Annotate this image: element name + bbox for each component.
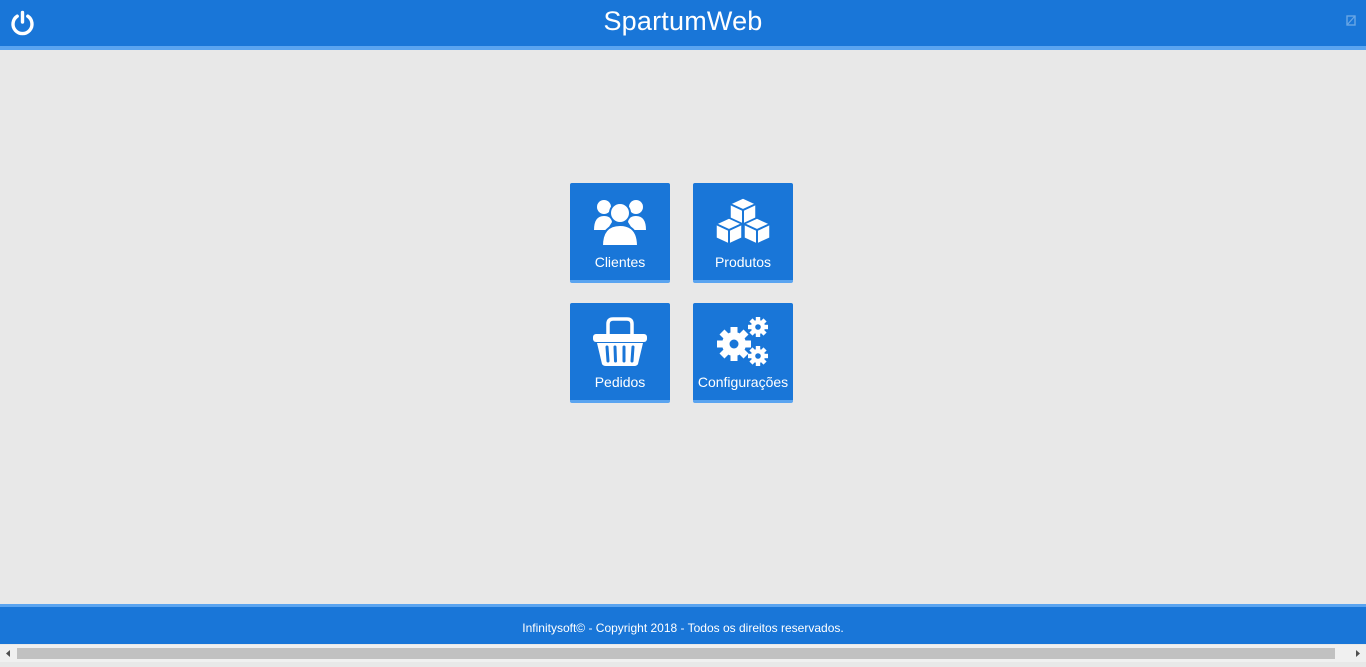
tile-label: Pedidos — [594, 374, 646, 390]
app-footer: Infinitysoft© - Copyright 2018 - Todos o… — [0, 604, 1366, 644]
app-title: SpartumWeb — [603, 6, 763, 36]
tile-produtos[interactable]: Produtos — [693, 183, 793, 283]
scroll-left-icon[interactable] — [0, 645, 17, 662]
menu-tiles: Clientes Produtos Pedidos Configurações — [570, 183, 793, 403]
tile-label: Configurações — [697, 374, 789, 390]
users-icon — [570, 195, 670, 249]
tile-label: Clientes — [594, 254, 646, 270]
copyright-text: Infinitysoft© - Copyright 2018 - Todos o… — [522, 621, 844, 635]
tile-pedidos[interactable]: Pedidos — [570, 303, 670, 403]
basket-icon — [570, 315, 670, 369]
gears-icon — [693, 315, 793, 369]
resize-icon — [1346, 13, 1356, 26]
horizontal-scrollbar[interactable] — [0, 645, 1366, 662]
tile-clientes[interactable]: Clientes — [570, 183, 670, 283]
app-header: SpartumWeb — [0, 0, 1366, 50]
tile-configuracoes[interactable]: Configurações — [693, 303, 793, 403]
scrollbar-thumb[interactable] — [17, 648, 1335, 659]
tile-label: Produtos — [714, 254, 772, 270]
cubes-icon — [693, 195, 793, 249]
scroll-right-icon[interactable] — [1349, 645, 1366, 662]
